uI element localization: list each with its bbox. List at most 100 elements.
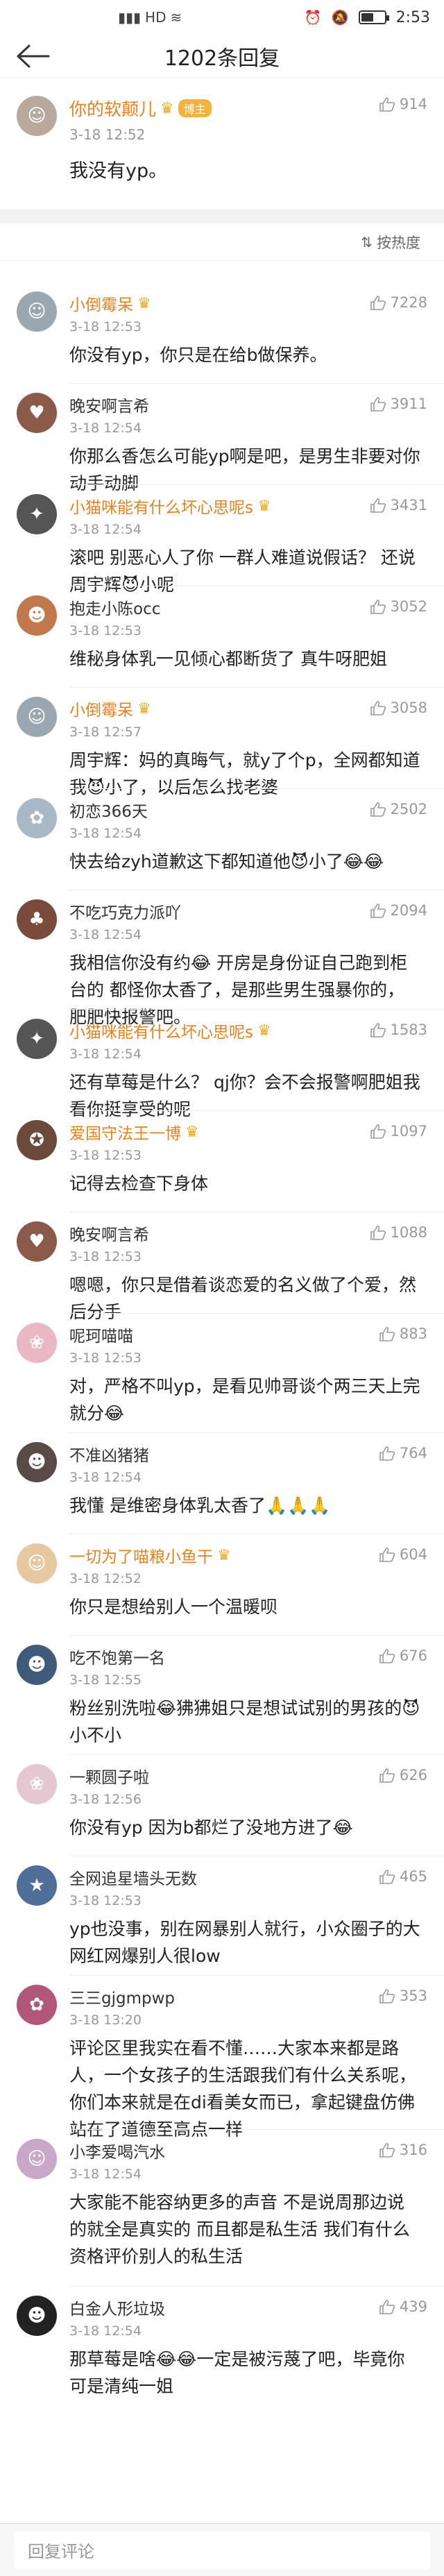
thumbs-up-icon [379,2143,395,2158]
comment-time: 3-18 12:52 [69,1571,142,1586]
commenter-name[interactable]: 初恋366天 [69,798,148,822]
avatar[interactable]: ☺ [17,2139,57,2179]
avatar[interactable]: ✦ [17,494,57,534]
mute-icon: 🔕 [331,9,349,26]
like-button[interactable]: 883 [379,1325,427,1342]
avatar[interactable]: ☻ [17,595,57,636]
like-button[interactable]: 1583 [370,1022,427,1038]
commenter-name[interactable]: 一颗圆子啦 [69,1764,149,1788]
commenter-name[interactable]: 抱走小陈occ [69,595,160,619]
avatar[interactable]: ♣ [17,899,57,940]
like-count: 914 [399,96,427,112]
commenter-name-text: 吃不饱第一名 [69,1650,165,1668]
battery-icon [358,10,389,24]
like-button[interactable]: 764 [379,1445,427,1461]
thumbs-up-icon [379,1548,395,1562]
like-count: 1088 [390,1224,427,1241]
like-button[interactable]: 3052 [370,598,427,615]
avatar[interactable]: ♥ [17,393,57,433]
sort-toggle[interactable]: ⇅ 按热度 [0,223,444,261]
like-button[interactable]: 316 [379,2142,427,2158]
nav-bar: 1202条回复 [0,35,444,78]
comment-text: 大家能不能容纳更多的声音 不是说周那边说的就全是真实的 而且都是私生活 我们有什… [69,2192,410,2266]
status-icons-right: ⏰ 🔕 2:53 [305,9,430,26]
commenter-name[interactable]: 白金人形垃圾 [69,2296,165,2319]
sort-icon: ⇅ [361,233,373,251]
comment-time: 3-18 12:54 [69,927,142,942]
like-button[interactable]: 353 [379,1988,427,2004]
avatar[interactable]: ❀ [17,1764,57,1804]
comment-divider [69,2286,444,2287]
reply-input[interactable]: 回复评论 [14,2531,430,2569]
comment-divider [69,1110,444,1111]
back-arrow-icon[interactable] [17,44,50,68]
comment-time: 3-18 13:20 [69,2012,142,2028]
commenter-name[interactable]: 小倒霉呆 ♛ [69,697,151,720]
like-button[interactable]: 2094 [370,902,427,919]
comment-text: 那草莓是啥😂😂一定是被污蔑了吧，毕竟你可是清纯一姐 [69,2349,405,2396]
avatar[interactable]: ☺ [17,697,57,737]
commenter-name[interactable]: 晚安啊言希 [69,393,149,416]
commenter-name[interactable]: 小猫咪能有什么坏心思呢s ♛ [69,1019,271,1042]
like-button[interactable]: 3431 [370,497,427,514]
avatar[interactable]: ☻ [17,1442,57,1482]
comment-time: 3-18 12:54 [69,1046,142,1062]
avatar[interactable]: ✿ [17,1985,57,2025]
like-count: 3431 [390,497,427,514]
avatar[interactable]: ✪ [17,1120,57,1160]
like-button[interactable]: 2502 [370,801,427,817]
original-text: 我没有yp。 [69,160,168,182]
commenter-name-text: 不吃巧克力派吖 [69,904,181,922]
comment-time: 3-18 12:57 [69,724,142,740]
comment-time: 3-18 12:54 [69,2167,142,2182]
commenter-name-text: 小倒霉呆 [69,702,133,720]
status-bar: ▮▮▮ HD ≋ ⏰ 🔕 2:53 [0,0,444,35]
like-button[interactable]: 7228 [370,294,427,311]
comment-item: ❀ 呢珂喵喵 3-18 12:53 883 对，严格不叫yp，是看见帅哥谈个两三天上完就… [0,1323,444,1427]
avatar[interactable]: ❀ [17,1323,57,1363]
comment-text: 周宇辉：妈的真晦气，就y了个p，全网都知道我😈小了，以后怎么找老婆 [69,750,420,797]
author-badge: 博主 [178,99,212,117]
avatar[interactable]: ★ [17,1865,57,1906]
like-button[interactable]: 1088 [370,1224,427,1241]
commenter-name[interactable]: 呢珂喵喵 [69,1323,142,1346]
commenter-name[interactable]: 不准凶猪猪 [69,1442,149,1466]
avatar[interactable]: ☺ [17,291,57,332]
like-button[interactable]: 3911 [370,396,427,412]
commenter-name[interactable]: 小猫咪能有什么坏心思呢s ♛ [69,494,271,518]
avatar[interactable]: ✦ [17,1019,57,1059]
avatar[interactable]: ☻ [17,1645,57,1685]
like-button[interactable]: 1097 [370,1123,427,1139]
original-author[interactable]: 你的软颠儿 ♛ 博主 [69,96,212,121]
comment-item: ✦ 小猫咪能有什么坏心思呢s ♛ 3-18 12:54 1583 还有草莓是什么？ qj你… [0,1019,444,1123]
like-button[interactable]: 604 [379,1546,427,1563]
like-button[interactable]: 439 [379,2298,427,2315]
comment-divider [69,2129,444,2130]
comment-divider [69,484,444,485]
comment-item: ✿ 三三gjgmpwp 3-18 13:20 353 评论区里我实在看不懂……大家本来都… [0,1985,444,2143]
commenter-name[interactable]: 吃不饱第一名 [69,1645,165,1668]
commenter-name[interactable]: 小李爱喝汽水 [69,2139,165,2162]
avatar[interactable]: ☺ [17,1543,57,1584]
commenter-name[interactable]: 全网追星墙头无数 [69,1865,197,1889]
comment-item: ☺ 一切为了喵粮小鱼干 ♛ 3-18 12:52 604 你只是想给别人一个温暖呗 [0,1543,444,1620]
like-button[interactable]: 676 [379,1647,427,1664]
commenter-name[interactable]: 小倒霉呆 ♛ [69,291,151,315]
commenter-name[interactable]: 三三gjgmpwp [69,1985,175,2008]
avatar[interactable]: ♥ [17,1221,57,1262]
avatar[interactable]: ✿ [17,798,57,838]
like-button[interactable]: 465 [379,1868,427,1885]
avatar[interactable]: ☺ [17,96,57,136]
original-like-button[interactable]: 914 [379,96,427,112]
like-button[interactable]: 3058 [370,700,427,716]
status-time: 2:53 [395,8,430,26]
commenter-name[interactable]: 一切为了喵粮小鱼干 ♛ [69,1543,231,1567]
commenter-name[interactable]: 爱国守法王一博 ♛ [69,1120,199,1144]
like-button[interactable]: 626 [379,1767,427,1783]
commenter-name[interactable]: 晚安啊言希 [69,1221,149,1245]
like-count: 353 [399,1988,427,2004]
avatar[interactable]: ☻ [17,2296,57,2336]
thumbs-up-icon [379,97,395,112]
commenter-name[interactable]: 不吃巧克力派吖 [69,899,181,923]
like-count: 1583 [390,1022,427,1038]
